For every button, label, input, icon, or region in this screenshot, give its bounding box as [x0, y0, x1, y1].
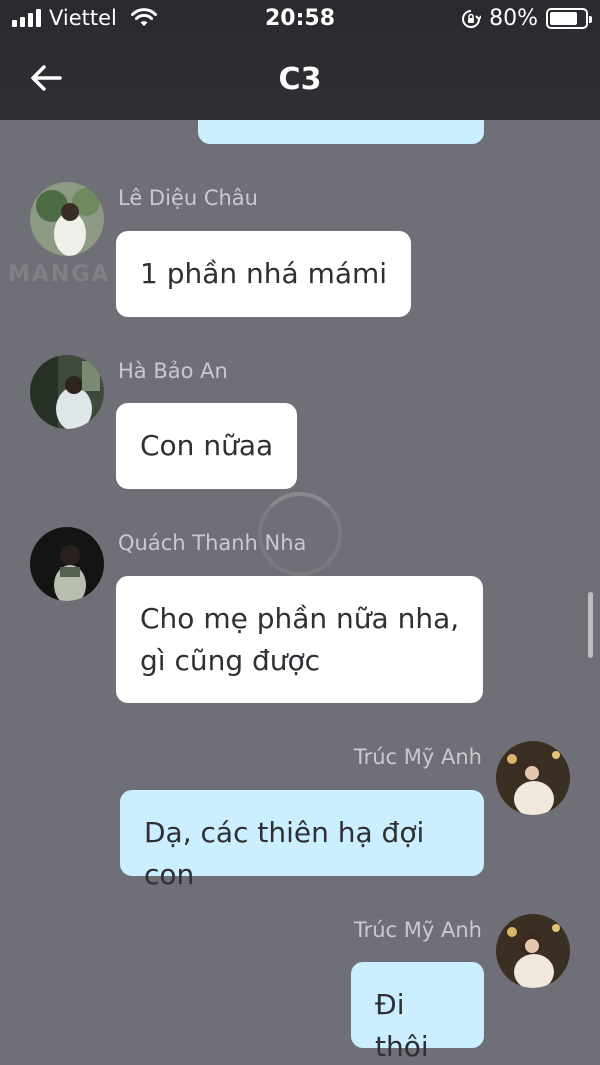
- avatar[interactable]: [30, 527, 104, 601]
- chat-thread[interactable]: MANGA YOON Lê Diệu Châu 1 phần nhá mámi …: [0, 0, 600, 1065]
- sender-name: Lê Diệu Châu: [118, 186, 258, 210]
- message-bubble[interactable]: Dạ, các thiên hạ đợi con: [120, 790, 484, 891]
- message-text-line: Cho mẹ phần nữa nha,: [140, 602, 460, 635]
- message-bubble[interactable]: 1 phần nhá mámi: [116, 231, 412, 317]
- sender-name: Quách Thanh Nha: [118, 531, 307, 555]
- battery-fill: [550, 12, 578, 25]
- message-text: Con nữaa: [140, 429, 274, 462]
- chat-title: C3: [278, 62, 322, 97]
- battery-percent: 80%: [489, 6, 538, 31]
- nav-bar: C3: [0, 40, 600, 120]
- avatar[interactable]: [496, 914, 570, 988]
- sender-name: Hà Bảo An: [118, 359, 228, 383]
- message-text: Đi thôi: [375, 988, 429, 1063]
- message-text-line: gì cũng được: [140, 644, 321, 677]
- message-text: Dạ, các thiên hạ đợi con: [144, 816, 425, 891]
- message-bubble[interactable]: Cho mẹ phần nữa nha, gì cũng được: [116, 576, 484, 703]
- status-bar: Viettel 20:58 80%: [0, 0, 600, 40]
- rotation-lock-icon: [462, 9, 482, 28]
- message-bubble[interactable]: Con nữaa: [116, 403, 298, 489]
- sender-name: Trúc Mỹ Anh: [353, 745, 482, 769]
- scrollbar[interactable]: [588, 592, 593, 658]
- avatar[interactable]: [496, 741, 570, 815]
- avatar[interactable]: [30, 355, 104, 429]
- sender-name: Trúc Mỹ Anh: [353, 918, 482, 942]
- battery-icon: [546, 8, 592, 29]
- top-bar: Viettel 20:58 80% C3: [0, 0, 600, 120]
- message-text: 1 phần nhá mámi: [140, 257, 388, 290]
- avatar[interactable]: [30, 182, 104, 256]
- message-bubble[interactable]: Đi thôi: [351, 962, 484, 1063]
